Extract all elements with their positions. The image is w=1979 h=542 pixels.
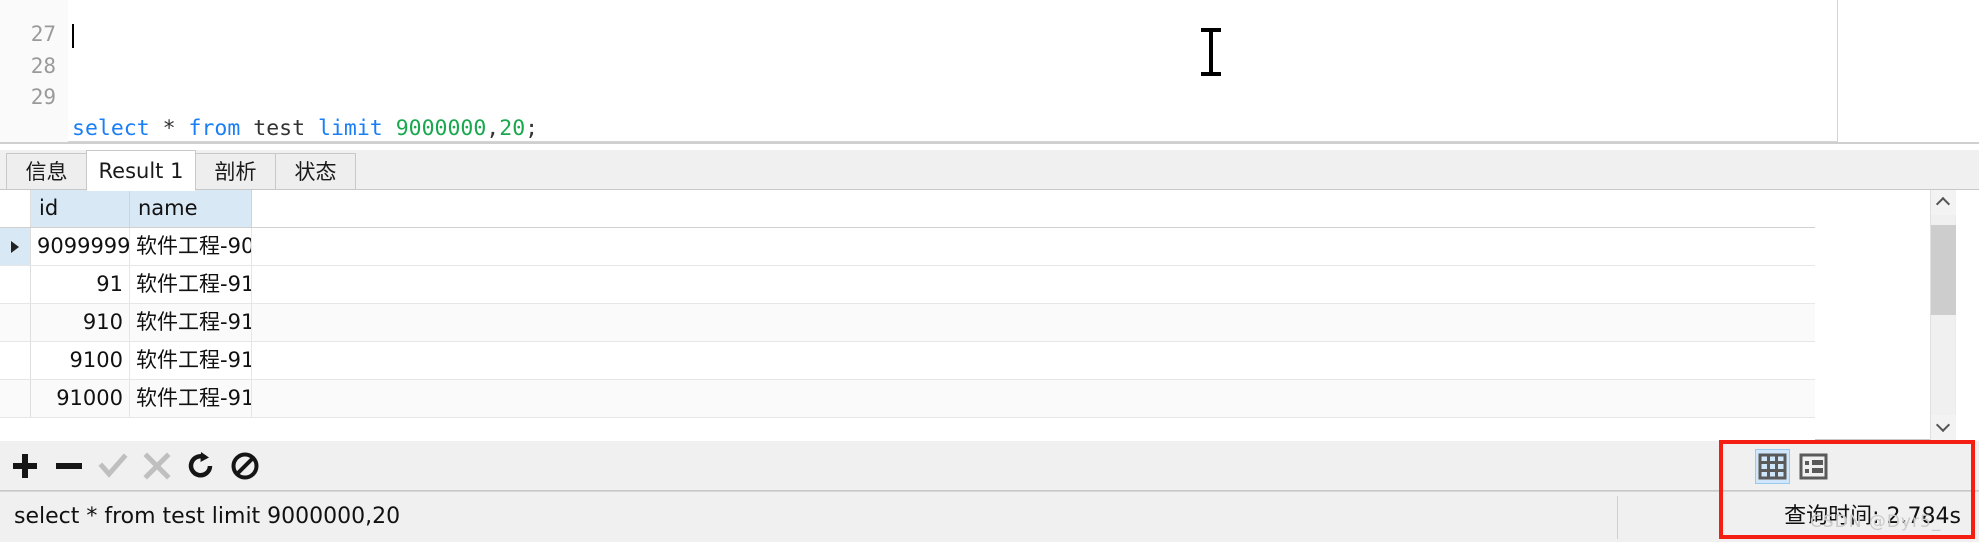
check-icon [98,453,128,478]
stop-button[interactable] [230,451,260,481]
row-marker[interactable] [0,342,31,379]
delete-record-button[interactable] [54,451,84,481]
text-caret [72,24,74,48]
chevron-down-icon [1935,417,1951,433]
cell-name[interactable]: 软件工程-910 [130,380,252,417]
line-number: 28 [30,54,56,78]
refresh-button[interactable] [186,451,216,481]
sql-comma: , [486,116,500,141]
result-grid-pane[interactable]: id name 9099999 软件工程-909 91 软件工程-91 910 … [0,190,1979,440]
sql-space [383,116,396,141]
sql-keyword: limit [318,116,383,141]
sql-space [176,116,189,141]
sql-space [305,116,318,141]
sql-number: 9000000 [395,116,487,141]
tab-status[interactable]: 状态 [275,153,356,190]
row-marker[interactable] [0,266,31,303]
row-marker[interactable] [0,228,31,265]
grid-view-button[interactable] [1755,448,1790,484]
query-time-label: 查询时间: 2.784s [1784,504,1961,529]
editor-line[interactable]: 27 [31,0,1906,46]
cell-id[interactable]: 910 [31,304,130,341]
editor-line-active[interactable]: 29 select * from test limit 9000000,20; [31,49,1906,141]
chevron-up-icon [1935,196,1951,212]
table-row[interactable]: 9100 软件工程-910 [0,342,1815,380]
status-sql-text: select * from test limit 9000000,20 [14,504,401,529]
tab-profile[interactable]: 剖析 [195,153,276,190]
sql-statement[interactable]: select * from test limit 9000000,20; [72,113,539,142]
sql-editor-pane[interactable]: 27 28 29 select * from test limit 900000… [0,0,1979,144]
sql-space [240,116,253,141]
scroll-down-button[interactable] [1931,415,1956,440]
status-divider [1617,496,1618,539]
row-marker[interactable] [0,380,31,417]
tab-result-1[interactable]: Result 1 [86,150,196,191]
cell-name[interactable]: 软件工程-909 [130,228,252,265]
code-area[interactable]: 27 28 29 select * from test limit 900000… [31,0,1837,141]
table-row[interactable]: 91000 软件工程-910 [0,380,1815,418]
sql-client-window: 27 28 29 select * from test limit 900000… [0,0,1979,542]
view-mode-toggle-group [1755,446,1831,486]
cell-name[interactable]: 软件工程-910 [130,304,252,341]
scroll-up-button[interactable] [1931,190,1956,215]
column-header-id[interactable]: id [31,190,130,227]
column-header-name[interactable]: name [130,190,252,227]
grid-right-filler [1955,190,1979,440]
table-row[interactable]: 91 软件工程-91 [0,266,1815,304]
row-marker[interactable] [0,304,31,341]
sql-number: 20 [499,116,526,141]
sql-keyword: select [72,116,150,141]
sql-keyword: from [188,116,241,141]
editor-line[interactable]: 28 [31,18,1906,78]
line-number: 29 [30,85,56,109]
line-number: 27 [30,22,56,46]
cell-id[interactable]: 91000 [31,380,130,417]
result-grid[interactable]: id name 9099999 软件工程-909 91 软件工程-91 910 … [0,190,1815,440]
form-view-button[interactable] [1796,449,1831,484]
status-bar: select * from test limit 9000000,20 查询时间… [0,491,1979,542]
cell-name[interactable]: 软件工程-910 [130,342,252,379]
grid-corner-cell [0,190,31,227]
cell-name[interactable]: 软件工程-91 [130,266,252,303]
apply-changes-button[interactable] [98,451,128,481]
cross-icon [143,452,171,480]
sql-semicolon: ; [525,116,539,141]
grid-vertical-scrollbar[interactable] [1930,190,1956,440]
cell-id[interactable]: 9100 [31,342,130,379]
form-icon [1799,453,1828,479]
cell-id[interactable]: 9099999 [31,228,130,265]
stop-icon [231,452,259,480]
table-row[interactable]: 9099999 软件工程-909 [0,228,1815,266]
sql-table-name: test [253,116,306,141]
grid-toolbar-actions [10,441,260,491]
current-row-arrow-icon [11,241,19,253]
discard-changes-button[interactable] [142,451,172,481]
grid-header-row: id name [0,190,1815,228]
add-record-button[interactable] [10,451,40,481]
refresh-icon [188,452,213,478]
grid-toolbar [0,441,1979,491]
sql-space [150,116,163,141]
sql-editor-surface[interactable]: 27 28 29 select * from test limit 900000… [0,0,1838,142]
sql-star: * [162,116,176,141]
result-tabs: 信息 Result 1 剖析 状态 [0,150,1979,191]
scrollbar-thumb[interactable] [1931,225,1956,315]
grid-icon [1758,453,1787,479]
tab-info[interactable]: 信息 [6,153,87,190]
cell-id[interactable]: 91 [31,266,130,303]
table-row[interactable]: 910 软件工程-910 [0,304,1815,342]
